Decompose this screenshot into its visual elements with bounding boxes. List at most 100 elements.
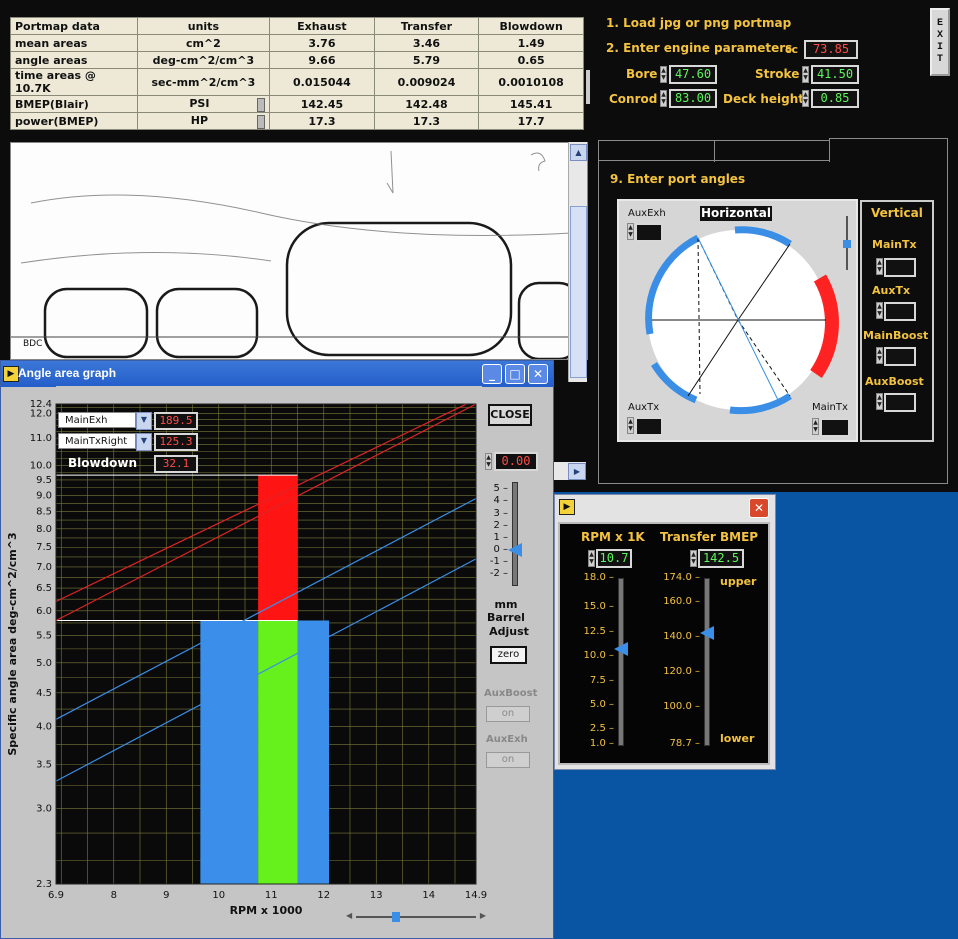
stroke-input[interactable]: 41.50 — [811, 65, 859, 84]
slider-thumb[interactable] — [508, 543, 522, 557]
legend-series-label: MainExh — [65, 415, 108, 426]
y-tick-label: 5.5 — [36, 631, 52, 642]
bmep-slider[interactable]: 174.0 – 160.0 – 140.0 – 120.0 – 100.0 – 78.7 … — [648, 572, 718, 752]
slider-tick-label: 7.5 – — [589, 674, 614, 686]
sketch-scribble — [530, 152, 546, 172]
chevron-down-icon[interactable]: ▼ — [136, 433, 152, 451]
units-select[interactable]: HP — [136, 112, 271, 130]
units-select[interactable]: PSI — [136, 95, 271, 113]
y-tick-label: 3.0 — [36, 803, 52, 814]
portmap-image[interactable]: BDC — [10, 142, 588, 360]
bmep-label: Transfer BMEP — [660, 530, 759, 544]
vertical-main-boost-spinner[interactable] — [876, 347, 883, 364]
slider-tick-label: 120.0 – — [663, 666, 700, 678]
rpm-input[interactable]: 10.7 — [596, 549, 632, 568]
legend-series-select[interactable]: MainExh — [58, 412, 136, 428]
scroll-right-button[interactable]: ▶ — [568, 463, 586, 480]
rpm-slider[interactable]: 18.0 – 15.0 – 12.5 – 10.0 – 7.5 – 5.0 – 2.5 – 1… — [570, 572, 640, 752]
vertical-main-tx-input[interactable] — [884, 258, 916, 277]
deck-height-spinner[interactable] — [802, 90, 809, 107]
slider-tick-label: 12.5 – — [583, 625, 614, 637]
slider-left-arrow[interactable]: ◀ — [346, 911, 352, 920]
close-window-button[interactable]: ✕ — [749, 498, 769, 518]
angle-window-titlebar[interactable]: ▶ Angle area graph _ □ ✕ — [1, 361, 553, 387]
bmep-spinner[interactable] — [690, 550, 697, 567]
horizontal-slider[interactable] — [843, 212, 851, 274]
y-tick-label: 5.0 — [36, 658, 52, 669]
main-tx-label: MainTx — [812, 402, 848, 413]
main-tx-input[interactable] — [820, 418, 850, 437]
close-button[interactable]: CLOSE — [488, 404, 532, 426]
labview-icon: ▶ — [559, 499, 575, 515]
vertical-aux-tx-spinner[interactable] — [876, 302, 883, 319]
aux-boost-label: AuxBoost — [484, 688, 538, 699]
scroll-thumb[interactable] — [570, 206, 587, 378]
main-tx-spinner[interactable] — [812, 418, 819, 435]
vertical-aux-boost-spinner[interactable] — [876, 393, 883, 410]
slider-tick-label: 3 – — [493, 507, 508, 519]
table-scrollbar[interactable] — [586, 70, 590, 104]
zero-button[interactable]: zero — [490, 646, 527, 664]
rpm-spinner[interactable] — [588, 550, 595, 567]
aux-boost-toggle[interactable]: on — [486, 706, 530, 722]
bmep-input[interactable]: 142.5 — [698, 549, 744, 568]
table-cell: 17.3 — [269, 112, 375, 130]
rpm-range-slider[interactable]: ◀ ▶ — [346, 911, 486, 923]
legend-series-select[interactable]: MainTxRight — [58, 433, 136, 449]
legend-series-label: MainTxRight — [65, 436, 128, 447]
slider-tick-label: 18.0 – — [583, 572, 614, 583]
scroll-thumb[interactable] — [257, 114, 266, 129]
vertical-aux-boost-label: AuxBoost — [865, 375, 924, 388]
aux-exh-toggle[interactable]: on — [486, 752, 530, 768]
table-cell: 0.65 — [478, 51, 584, 69]
tab-3-active[interactable] — [829, 138, 948, 162]
slider-thumb[interactable] — [392, 912, 400, 922]
slider-thumb[interactable] — [614, 642, 628, 657]
slider-thumb[interactable] — [843, 240, 851, 248]
barrel-adjust-input[interactable]: 0.00 — [494, 452, 538, 471]
vertical-main-tx-spinner[interactable] — [876, 258, 883, 275]
conrod-input[interactable]: 83.00 — [669, 89, 717, 108]
scroll-up-button[interactable]: ▲ — [570, 144, 587, 161]
table-cell: 0.015044 — [269, 68, 375, 96]
table-cell: 17.7 — [478, 112, 584, 130]
bore-input[interactable]: 47.60 — [669, 65, 717, 84]
vertical-aux-tx-input[interactable] — [884, 302, 916, 321]
slider-tick-label: 0 – — [493, 544, 508, 555]
angle-window-title: Angle area graph — [18, 366, 117, 380]
maximize-button[interactable]: □ — [505, 364, 525, 384]
slider-thumb[interactable] — [700, 625, 714, 640]
tab-1[interactable] — [598, 140, 715, 162]
table-cell: BMEP(Blair) — [10, 95, 138, 113]
lower-label: lower — [720, 732, 755, 745]
aux-exh-spinner[interactable] — [627, 223, 634, 240]
close-window-button[interactable]: ✕ — [528, 364, 548, 384]
barrel-spinner[interactable] — [485, 453, 492, 470]
table-row: mean areas cm^2 3.76 3.46 1.49 — [10, 34, 584, 52]
table-cell: mean areas — [10, 34, 138, 52]
slider-track — [704, 578, 710, 746]
aux-tx-input[interactable] — [635, 417, 663, 436]
step-load-portmap[interactable]: 1. Load jpg or png portmap — [606, 16, 791, 30]
aux-tx-spinner[interactable] — [627, 417, 634, 434]
scroll-thumb[interactable] — [257, 97, 266, 112]
slider-tick-label: 100.0 – — [663, 700, 700, 712]
tab-2[interactable] — [714, 140, 830, 162]
vertical-main-boost-input[interactable] — [884, 347, 916, 366]
slider-tick-label: 10.0 – — [583, 650, 614, 662]
deck-height-input[interactable]: 0.85 — [811, 89, 859, 108]
vertical-aux-boost-input[interactable] — [884, 393, 916, 412]
chart-legend: MainExh ▼ 189.5 MainTxRight ▼ 125.3 Blow… — [56, 404, 208, 474]
step-port-angles: 9. Enter port angles — [610, 172, 746, 186]
barrel-adjust-slider[interactable]: 5 –4 –3 –2 –1 –0 – -1 – -2 – — [484, 476, 544, 592]
stroke-spinner[interactable] — [802, 66, 809, 83]
bore-spinner[interactable] — [660, 66, 667, 83]
portmap-vertical-scrollbar[interactable]: ▲ — [568, 142, 587, 382]
table-cell: 142.48 — [373, 95, 480, 113]
minimize-button[interactable]: _ — [482, 364, 502, 384]
slider-track — [356, 916, 476, 918]
conrod-spinner[interactable] — [660, 90, 667, 107]
slider-right-arrow[interactable]: ▶ — [480, 911, 486, 920]
exit-button[interactable]: E X I T — [930, 8, 950, 76]
chevron-down-icon[interactable]: ▼ — [136, 412, 152, 430]
